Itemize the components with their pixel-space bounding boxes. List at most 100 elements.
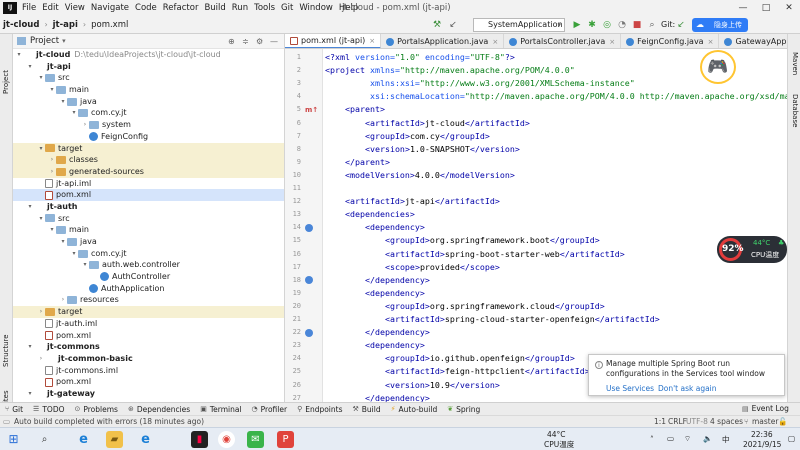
notification-center-icon[interactable]: ▢: [788, 434, 795, 443]
intellij-taskbar-icon[interactable]: ▮: [191, 431, 208, 448]
debug-icon[interactable]: ✱: [585, 18, 599, 32]
menu-run[interactable]: Run: [229, 3, 251, 13]
code-line[interactable]: <version>1.0-SNAPSHOT</version>: [325, 143, 520, 156]
tree-item[interactable]: pom.xml: [13, 330, 284, 342]
code-line[interactable]: <dependencies>: [325, 208, 415, 221]
tree-item[interactable]: jt-api.iml: [13, 178, 284, 190]
tool-tab-todo[interactable]: ☰ TODO: [28, 405, 69, 414]
search-everywhere-icon[interactable]: ⌕: [645, 18, 659, 32]
chevron-down-icon[interactable]: ▾: [26, 341, 34, 353]
chevron-down-icon[interactable]: ▾: [48, 84, 56, 96]
tool-tab-git[interactable]: ⑂ Git: [0, 405, 28, 414]
code-line[interactable]: <groupId>org.springframework.cloud</grou…: [325, 300, 605, 313]
tree-item[interactable]: pom.xml: [13, 376, 284, 388]
tool-tab-build[interactable]: ⚒ Build: [348, 405, 386, 414]
tree-item[interactable]: ▾ jt-auth: [13, 201, 284, 213]
collapse-icon[interactable]: ≑: [242, 37, 249, 46]
tool-tab-spring[interactable]: ❦ Spring: [442, 405, 485, 414]
network-icon[interactable]: ⌔: [684, 434, 691, 444]
editor-tab[interactable]: FeignConfig.java ×: [621, 34, 720, 48]
file-encoding[interactable]: UTF-8: [686, 417, 708, 426]
clock-time[interactable]: 22:36: [751, 430, 773, 439]
chevron-down-icon[interactable]: ▾: [26, 61, 34, 73]
tree-item[interactable]: › jt-common-basic: [13, 353, 284, 365]
maximize-button[interactable]: □: [755, 0, 777, 16]
tree-item[interactable]: ▾ com.cy.jt: [13, 107, 284, 119]
menu-view[interactable]: View: [62, 3, 88, 13]
build-hammer-icon[interactable]: ⚒: [430, 18, 444, 32]
tree-item[interactable]: ▾ auth.web.controller: [13, 259, 284, 271]
dont-ask-again-link[interactable]: Don't ask again: [658, 384, 717, 393]
code-line[interactable]: <dependency>: [325, 221, 425, 234]
code-line[interactable]: <groupId>com.cy</groupId>: [325, 130, 490, 143]
code-line[interactable]: <dependency>: [325, 287, 425, 300]
database-tool-tab[interactable]: Database: [791, 94, 799, 127]
tree-item[interactable]: AuthApplication: [13, 283, 284, 295]
menu-window[interactable]: Window: [296, 3, 336, 13]
editor-tab[interactable]: GatewayApplication.java×: [719, 34, 787, 48]
wechat-icon[interactable]: ✉: [247, 431, 264, 448]
hide-icon[interactable]: —: [270, 37, 278, 46]
menu-navigate[interactable]: Navigate: [88, 3, 132, 13]
tree-item[interactable]: ▾ jt-api: [13, 61, 284, 73]
file-explorer-icon[interactable]: ▰: [106, 431, 123, 448]
chevron-down-icon[interactable]: ▾: [48, 224, 56, 236]
close-tab-icon[interactable]: ×: [708, 38, 714, 46]
tree-item[interactable]: ▾ src: [13, 72, 284, 84]
stop-icon[interactable]: ■: [630, 18, 644, 32]
tree-item[interactable]: ▾ target: [13, 142, 284, 155]
battery-icon[interactable]: ▭: [667, 434, 674, 443]
code-line[interactable]: <parent>: [325, 103, 385, 116]
chevron-right-icon[interactable]: ›: [37, 353, 45, 365]
tree-item[interactable]: AuthController: [13, 271, 284, 283]
tree-item[interactable]: › classes: [13, 154, 284, 166]
code-line[interactable]: <scope>provided</scope>: [325, 261, 500, 274]
chevron-down-icon[interactable]: ▾: [26, 201, 34, 213]
code-line[interactable]: <artifactId>spring-boot-starter-web</art…: [325, 248, 625, 261]
editor-tab[interactable]: PortalsController.java ×: [504, 34, 622, 48]
code-editor[interactable]: 1 2 3 4 5 6 7 8 9 10 11 12 13 14 15 16 17 18 19 20 21 22 23 24 2…: [285, 49, 787, 402]
indent-setting[interactable]: 4 spaces: [710, 417, 743, 426]
tree-item[interactable]: › resources: [13, 294, 284, 306]
menu-build[interactable]: Build: [201, 3, 228, 13]
editor-tab[interactable]: PortalsApplication.java ×: [381, 34, 505, 48]
tree-item[interactable]: › system: [13, 119, 284, 131]
git-update-icon[interactable]: ↙: [674, 18, 688, 32]
chevron-right-icon[interactable]: ›: [37, 306, 45, 318]
tree-item[interactable]: FeignConfig: [13, 131, 284, 143]
search-icon[interactable]: ⌕: [36, 431, 53, 448]
chevron-right-icon[interactable]: ›: [48, 154, 56, 166]
tree-item[interactable]: jt-auth.iml: [13, 318, 284, 330]
tree-item[interactable]: ▾ jt-gateway: [13, 388, 284, 400]
volume-icon[interactable]: 🔈: [703, 434, 712, 443]
tree-item[interactable]: › generated-sources: [13, 165, 284, 178]
tree-item[interactable]: ▾ jt-cloud D:\tedu\IdeaProjects\jt-cloud\j…: [13, 49, 284, 61]
project-tool-tab[interactable]: Project: [2, 70, 10, 94]
presentation-app-icon[interactable]: P: [277, 431, 294, 448]
tool-tab-dependencies[interactable]: ⊛ Dependencies: [123, 405, 195, 414]
code-area[interactable]: <?xml version="1.0" encoding="UTF-8"?> <p…: [325, 49, 787, 402]
menu-refactor[interactable]: Refactor: [160, 3, 202, 13]
arrow-back-icon[interactable]: ↙: [446, 18, 460, 32]
clock-date[interactable]: 2021/9/15: [743, 440, 781, 449]
tool-tab-endpoints[interactable]: ⚲ Endpoints: [292, 405, 347, 414]
dependency-marker-icon[interactable]: [305, 328, 313, 337]
tool-tab-profiler[interactable]: ◔ Profiler: [247, 405, 293, 414]
chevron-down-icon[interactable]: ▾: [37, 143, 45, 155]
tree-item[interactable]: ▾ java: [13, 236, 284, 248]
tree-item[interactable]: ▾ com.cy.jt: [13, 248, 284, 260]
menu-tools[interactable]: Tools: [251, 3, 278, 13]
menu-file[interactable]: File: [19, 3, 39, 13]
chevron-down-icon[interactable]: ▾: [37, 213, 45, 225]
code-line[interactable]: <artifactId>jt-api</artifactId>: [325, 195, 500, 208]
tree-item[interactable]: ▾ main: [13, 84, 284, 96]
tool-tab-auto-build[interactable]: ⚡ Auto-build: [386, 405, 443, 414]
tool-tab-problems[interactable]: ⊙ Problems: [70, 405, 123, 414]
code-line[interactable]: </parent>: [325, 156, 390, 169]
chevron-down-icon[interactable]: ▾: [70, 248, 78, 260]
locate-icon[interactable]: ⊕: [228, 37, 235, 46]
tree-item[interactable]: ▾ main: [13, 224, 284, 236]
chevron-down-icon[interactable]: ▾: [70, 107, 78, 119]
lock-icon[interactable]: 🔓: [778, 417, 787, 426]
structure-tool-tab[interactable]: Structure: [2, 334, 10, 367]
